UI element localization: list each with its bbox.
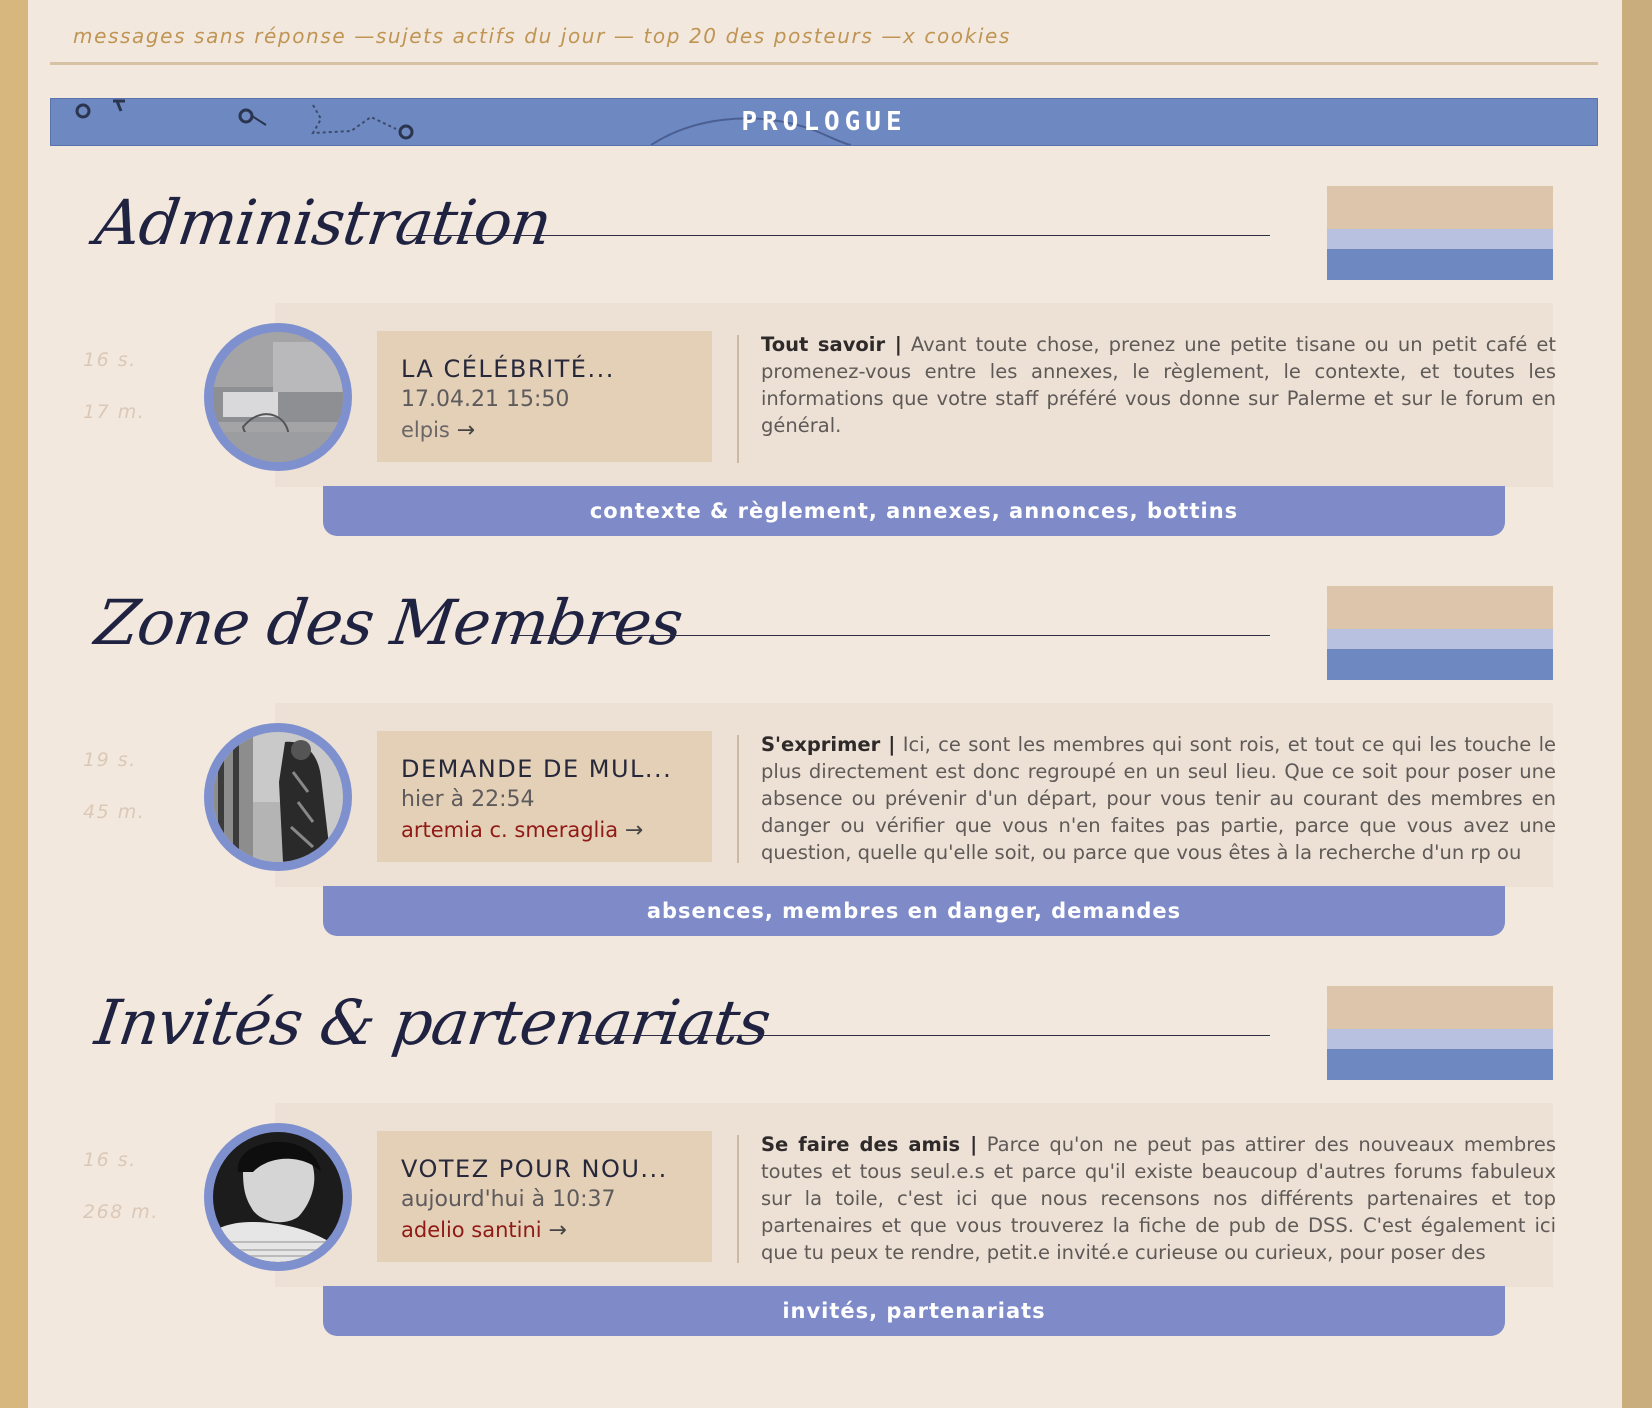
last-post-date: hier à 22:54 (401, 787, 535, 812)
color-swatch (1327, 186, 1553, 280)
topics-count: 16 s. (83, 1149, 137, 1171)
messages-count: 268 m. (83, 1201, 159, 1223)
description-lead: Tout savoir | (761, 333, 902, 356)
category-title[interactable]: Administration (91, 186, 555, 259)
last-post-author[interactable]: adelio santini → (401, 1218, 567, 1243)
avatar-portrait-man-icon (213, 1132, 343, 1262)
forum-description: Se faire des amis | Parce qu'on ne peut … (761, 1131, 1556, 1263)
title-rule (406, 235, 1270, 236)
topics-count: 16 s. (83, 349, 137, 371)
last-post-title[interactable]: VOTEZ POUR NOU... (401, 1155, 668, 1183)
category-invites-partenariats: Invités & partenariats 16 s. 268 m. VOTE… (28, 986, 1622, 1376)
last-post-title[interactable]: LA CÉLÉBRITÉ... (401, 355, 615, 383)
author-name[interactable]: artemia c. smeraglia (401, 818, 618, 842)
avatar-collage-icon (213, 332, 343, 462)
category-administration: Administration 16 s. 17 m. LA CÉLÉBRITÉ.… (28, 186, 1622, 576)
link-unanswered[interactable]: messages sans réponse (73, 24, 346, 48)
last-post-date: aujourd'hui à 10:37 (401, 1187, 616, 1212)
separator: — (881, 24, 903, 48)
color-swatch (1327, 986, 1553, 1080)
color-swatch (1327, 586, 1553, 680)
quicklinks: messages sans réponse —sujets actifs du … (73, 24, 1011, 48)
banner-title: PROLOGUE (741, 107, 907, 137)
last-post-author[interactable]: elpis → (401, 418, 475, 443)
avatar-woman-coat-icon (213, 732, 343, 862)
last-poster-avatar[interactable] (204, 323, 352, 471)
arrow-right-icon[interactable]: → (625, 818, 643, 843)
title-rule (510, 635, 1270, 636)
link-top-posters[interactable]: top 20 des posteurs (643, 24, 873, 48)
divider (737, 335, 739, 463)
messages-count: 45 m. (83, 801, 146, 823)
arrow-right-icon[interactable]: → (548, 1218, 566, 1243)
separator: — (354, 24, 376, 48)
category-banner[interactable]: PROLOGUE (50, 98, 1598, 146)
description-lead: Se faire des amis | (761, 1133, 978, 1156)
forum-stats: 19 s. 45 m. (83, 749, 193, 853)
last-post-date: 17.04.21 15:50 (401, 387, 570, 412)
last-post-box: DEMANDE DE MUL... hier à 22:54 artemia c… (377, 731, 712, 862)
topics-count: 19 s. (83, 749, 137, 771)
link-active-topics[interactable]: sujets actifs du jour (376, 24, 606, 48)
forum-page: messages sans réponse —sujets actifs du … (28, 0, 1622, 1408)
link-cookies[interactable]: x cookies (903, 24, 1011, 48)
divider (737, 1135, 739, 1263)
arrow-right-icon[interactable]: → (457, 418, 475, 443)
last-poster-avatar[interactable] (204, 1123, 352, 1271)
title-rule (579, 1035, 1270, 1036)
forum-description: S'exprimer | Ici, ce sont les membres qu… (761, 731, 1556, 863)
divider (737, 735, 739, 863)
last-poster-avatar[interactable] (204, 723, 352, 871)
messages-count: 17 m. (83, 401, 146, 423)
category-zone-membres: Zone des Membres 19 s. 45 m. DEMANDE DE … (28, 586, 1622, 976)
subforum-links[interactable]: absences, membres en danger, demandes (323, 886, 1505, 936)
forum-description: Tout savoir | Avant toute chose, prenez … (761, 331, 1556, 463)
subforum-links[interactable]: contexte & règlement, annexes, annonces,… (323, 486, 1505, 536)
forum-stats: 16 s. 268 m. (83, 1149, 193, 1253)
last-post-title[interactable]: DEMANDE DE MUL... (401, 755, 672, 783)
last-post-box: LA CÉLÉBRITÉ... 17.04.21 15:50 elpis → (377, 331, 712, 462)
subforum-links[interactable]: invités, partenariats (323, 1286, 1505, 1336)
author-name[interactable]: adelio santini (401, 1218, 542, 1242)
description-lead: S'exprimer | (761, 733, 896, 756)
top-navigation: messages sans réponse —sujets actifs du … (50, 0, 1598, 65)
separator: — (613, 24, 636, 48)
last-post-box: VOTEZ POUR NOU... aujourd'hui à 10:37 ad… (377, 1131, 712, 1262)
category-title[interactable]: Invités & partenariats (91, 986, 775, 1059)
category-title[interactable]: Zone des Membres (91, 586, 687, 659)
forum-stats: 16 s. 17 m. (83, 349, 193, 453)
last-post-author[interactable]: artemia c. smeraglia → (401, 818, 643, 843)
author-name[interactable]: elpis (401, 418, 450, 442)
